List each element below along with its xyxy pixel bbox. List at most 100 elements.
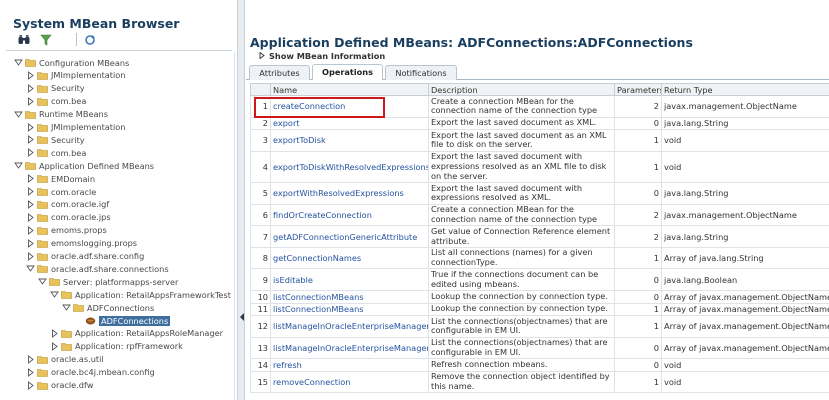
tree-node[interactable]: Configuration MBeans: [14, 56, 129, 69]
tree-node[interactable]: emoms.props: [26, 224, 107, 237]
operation-return-type: java.lang.String: [664, 231, 729, 242]
operation-description-cell: True if the connections document can be …: [428, 268, 615, 292]
column-header-return-type[interactable]: Return Type: [661, 83, 829, 96]
tree-node[interactable]: com.oracle: [26, 185, 96, 198]
operation-name-link[interactable]: exportToDisk: [273, 135, 326, 145]
operation-name-link[interactable]: findOrCreateConnection: [273, 210, 372, 220]
row-number-cell: 10: [250, 290, 271, 304]
tree-node[interactable]: oracle.dfw: [26, 379, 93, 392]
column-header-parameters[interactable]: Parameters: [614, 83, 662, 96]
tab-operations[interactable]: Operations: [312, 64, 383, 80]
tree-node[interactable]: com.bea: [26, 146, 86, 159]
folder-icon: [73, 303, 84, 312]
tree-node[interactable]: Server: platformapps-server: [38, 275, 178, 288]
collapsed-triangle-icon[interactable]: [26, 380, 35, 390]
collapsed-triangle-icon[interactable]: [26, 238, 35, 248]
collapsed-triangle-icon[interactable]: [26, 212, 35, 222]
collapsed-triangle-icon[interactable]: [26, 174, 35, 184]
operation-name-link[interactable]: listConnectionMBeans: [273, 292, 364, 302]
collapsed-triangle-icon[interactable]: [26, 148, 35, 158]
tree-node[interactable]: Application: RetailAppsRoleManager: [50, 327, 223, 340]
collapsed-triangle-icon[interactable]: [26, 187, 35, 196]
row-number: 6: [262, 209, 268, 220]
tree-node[interactable]: oracle.as.util: [26, 353, 104, 366]
operation-name-link[interactable]: listConnectionMBeans: [273, 304, 364, 314]
operation-name-link[interactable]: getADFConnectionGenericAttribute: [273, 232, 417, 242]
folder-icon: [37, 84, 48, 93]
expanded-triangle-icon[interactable]: [14, 58, 23, 67]
operation-name-link[interactable]: getConnectionNames: [273, 253, 361, 263]
operation-name-link[interactable]: exportToDiskWithResolvedExpressions: [273, 162, 428, 172]
folder-icon: [49, 277, 60, 287]
tree-node-label: Application: RetailAppsFrameworkTest: [75, 289, 231, 300]
tree-node[interactable]: com.bea: [26, 95, 86, 108]
tree-node[interactable]: JMImplementation: [26, 69, 126, 82]
operation-return-type: void: [664, 135, 682, 146]
filter-icon[interactable]: [40, 34, 52, 46]
folder-icon: [37, 252, 48, 261]
collapse-panel-arrow-icon[interactable]: [239, 309, 245, 325]
tree-node[interactable]: Security: [26, 82, 85, 95]
operation-parameters: 2: [653, 231, 659, 242]
operation-description-cell: Lookup the connection by connection type…: [428, 302, 615, 317]
tree-node[interactable]: Application Defined MBeans: [14, 159, 154, 172]
operation-name-link[interactable]: exportWithResolvedExpressions: [273, 188, 404, 198]
tree-node[interactable]: Runtime MBeans: [14, 108, 108, 121]
operation-name-link[interactable]: removeConnection: [273, 377, 350, 387]
panel-splitter[interactable]: [237, 0, 245, 400]
expanded-triangle-icon[interactable]: [50, 290, 59, 299]
tree-node[interactable]: oracle.adf.share.connections: [26, 262, 169, 275]
collapsed-triangle-icon[interactable]: [26, 96, 35, 106]
operation-parameters: 0: [653, 274, 659, 285]
expanded-triangle-icon[interactable]: [14, 161, 23, 170]
refresh-icon[interactable]: [84, 34, 96, 46]
expanded-triangle-icon[interactable]: [26, 264, 35, 273]
tree-node[interactable]: JMImplementation: [26, 121, 126, 134]
collapsed-triangle-icon[interactable]: [26, 199, 35, 209]
collapsed-triangle-icon[interactable]: [26, 122, 35, 132]
tree-node[interactable]: oracle.adf.share.config: [26, 250, 144, 263]
tree-scrollbar[interactable]: [232, 52, 236, 400]
expanded-triangle-icon[interactable]: [38, 277, 47, 286]
expanded-triangle-icon[interactable]: [62, 303, 71, 312]
tree-node[interactable]: ADFConnections: [62, 301, 154, 314]
operation-name-link[interactable]: export: [273, 118, 300, 128]
collapsed-triangle-icon[interactable]: [50, 328, 59, 338]
tree-node[interactable]: com.oracle.jps: [26, 211, 111, 224]
operation-parameters-cell: 0: [614, 358, 662, 372]
collapsed-triangle-icon[interactable]: [26, 225, 35, 235]
operation-name-link[interactable]: isEditable: [273, 275, 313, 285]
operation-name-link[interactable]: listManageInOracleEnterpriseManagerCor: [273, 321, 428, 331]
operation-description: Remove the connection object identified …: [431, 371, 610, 392]
collapsed-triangle-icon[interactable]: [26, 251, 35, 261]
collapsed-triangle-icon[interactable]: [50, 341, 59, 351]
tab-notifications[interactable]: Notifications: [385, 65, 457, 80]
tree-node[interactable]: Application: RetailAppsFrameworkTest: [50, 288, 231, 301]
tree-node[interactable]: emomslogging.props: [26, 237, 137, 250]
tree-node[interactable]: oracle.bc4j.mbean.config: [26, 366, 155, 379]
expanded-triangle-icon[interactable]: [14, 110, 23, 119]
show-mbean-info-toggle[interactable]: Show MBean Information: [259, 51, 385, 61]
tree-node-label: com.oracle.jps: [51, 212, 111, 223]
operation-return-type-cell: Array of java.lang.String: [661, 246, 829, 270]
column-header-description[interactable]: Description: [428, 83, 615, 96]
collapsed-triangle-icon[interactable]: [26, 70, 35, 80]
table-row: 14 refresh Refresh connection mbeans. 0 void: [250, 358, 829, 372]
collapsed-triangle-icon[interactable]: [26, 83, 35, 93]
tree-node-selected[interactable]: ADFConnections: [74, 314, 171, 327]
operation-description: True if the connections document can be …: [431, 268, 599, 289]
binoculars-icon[interactable]: [18, 34, 30, 46]
operation-name-link[interactable]: refresh: [273, 360, 302, 370]
tree-node[interactable]: Security: [26, 133, 85, 146]
tree-node[interactable]: Application: rpfFramework: [50, 340, 183, 353]
tree-node-label: com.bea: [51, 96, 87, 107]
collapsed-triangle-icon[interactable]: [26, 135, 35, 145]
operation-description: Export the last saved document with expr…: [431, 151, 607, 181]
collapsed-triangle-icon[interactable]: [26, 354, 35, 364]
operation-name-link[interactable]: listManageInOracleEnterpriseManagerCor: [273, 343, 428, 353]
collapsed-triangle-icon[interactable]: [26, 367, 35, 377]
tree-node[interactable]: com.oracle.igf: [26, 198, 109, 211]
tree-node[interactable]: EMDomain: [26, 172, 95, 185]
column-header-name[interactable]: Name: [270, 83, 429, 96]
tab-attributes[interactable]: Attributes: [249, 65, 310, 80]
